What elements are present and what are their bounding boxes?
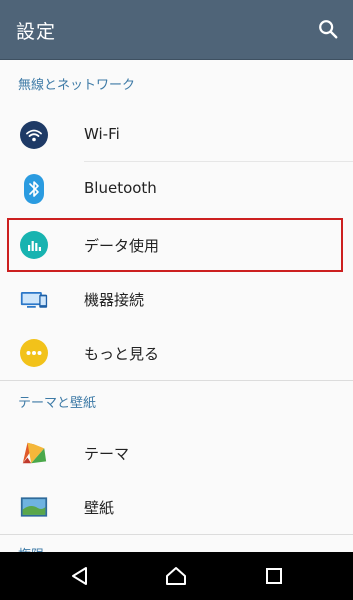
list-item-theme[interactable]: テーマ: [0, 426, 353, 480]
item-label: 機器接続: [84, 291, 145, 309]
more-icon: [20, 339, 48, 367]
settings-screen: 設定 無線とネットワーク Wi-Fi Bluetooth データ使用 機器接続 …: [0, 0, 353, 600]
back-icon[interactable]: [68, 564, 92, 588]
item-label: Bluetooth: [84, 179, 157, 197]
home-icon[interactable]: [164, 564, 188, 588]
section-header-permissions: 権限: [18, 544, 44, 552]
navigation-bar: [0, 552, 353, 600]
wallpaper-icon: [20, 493, 48, 521]
bluetooth-icon: [20, 174, 48, 204]
recents-icon[interactable]: [262, 564, 286, 588]
list-item-bluetooth[interactable]: Bluetooth: [0, 162, 353, 216]
item-label: Wi-Fi: [84, 125, 120, 143]
search-icon[interactable]: [317, 18, 339, 40]
item-label: 壁紙: [84, 499, 115, 517]
list-item-wifi[interactable]: Wi-Fi: [0, 108, 353, 162]
section-header-theme-wallpaper: テーマと壁紙: [18, 396, 97, 411]
item-label: もっと見る: [84, 345, 160, 363]
settings-list: 無線とネットワーク Wi-Fi Bluetooth データ使用 機器接続 もっと…: [0, 60, 353, 552]
theme-icon: [20, 439, 48, 467]
section-divider: [0, 534, 353, 535]
item-label: テーマ: [84, 445, 130, 463]
list-item-device-connection[interactable]: 機器接続: [0, 272, 353, 326]
section-divider: [0, 380, 353, 381]
app-bar: 設定: [0, 0, 353, 60]
highlight-box: [7, 218, 343, 272]
wifi-icon: [20, 121, 48, 149]
list-item-more[interactable]: もっと見る: [0, 326, 353, 380]
section-header-wireless: 無線とネットワーク: [18, 78, 136, 93]
device-connection-icon: [20, 285, 48, 313]
page-title: 設定: [16, 21, 57, 43]
list-item-wallpaper[interactable]: 壁紙: [0, 480, 353, 534]
